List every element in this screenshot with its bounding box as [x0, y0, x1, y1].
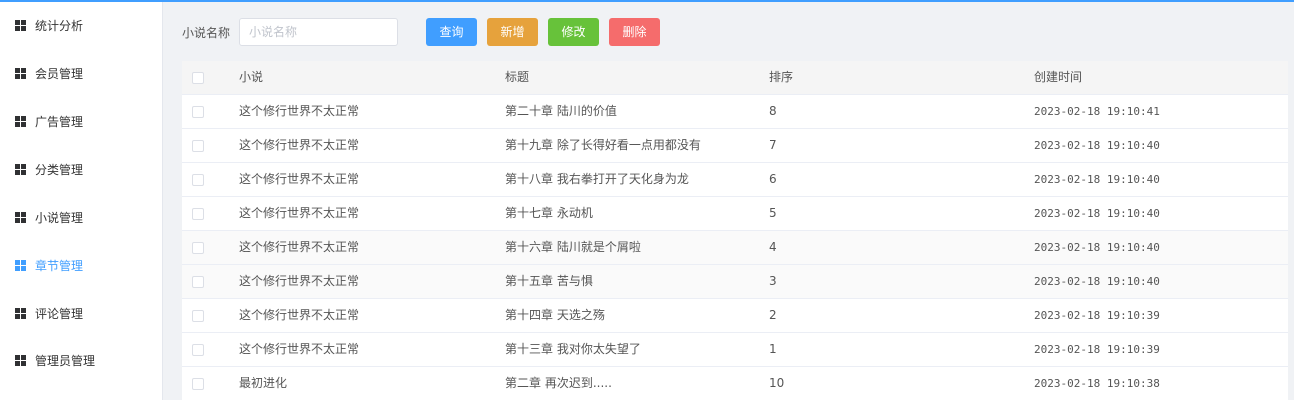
cell-novel: 这个修行世界不太正常: [239, 172, 360, 186]
cell-novel: 这个修行世界不太正常: [239, 104, 360, 118]
chapter-table: 小说 标题 排序 创建时间 这个修行世界不太正常 第二十章 陆川的价值 8 20…: [182, 61, 1288, 400]
cell-title: 第二章 再次迟到.....: [505, 376, 612, 390]
column-header-created-time[interactable]: 创建时间: [1034, 61, 1082, 94]
cell-created-time: 2023-02-18 19:10:40: [1034, 139, 1160, 152]
table-row[interactable]: 这个修行世界不太正常 第二十章 陆川的价值 8 2023-02-18 19:10…: [182, 95, 1288, 129]
delete-button[interactable]: 删除: [609, 18, 660, 46]
cell-created-time: 2023-02-18 19:10:40: [1034, 241, 1160, 254]
row-checkbox[interactable]: [192, 174, 204, 186]
query-button[interactable]: 查询: [426, 18, 477, 46]
sidebar-item-comments[interactable]: 评论管理: [0, 298, 163, 328]
cell-sort: 10: [769, 376, 785, 390]
cell-title: 第十五章 苦与惧: [505, 274, 593, 288]
row-checkbox[interactable]: [192, 276, 204, 288]
row-checkbox[interactable]: [192, 310, 204, 322]
search-label: 小说名称: [182, 26, 231, 40]
row-checkbox[interactable]: [192, 242, 204, 254]
cell-sort: 4: [769, 240, 777, 254]
sidebar-item-novels[interactable]: 小说管理: [0, 202, 163, 232]
cell-created-time: 2023-02-18 19:10:41: [1034, 105, 1160, 118]
table-row[interactable]: 这个修行世界不太正常 第十五章 苦与惧 3 2023-02-18 19:10:4…: [182, 265, 1288, 299]
novel-name-search-input[interactable]: [239, 18, 398, 46]
cell-title: 第十六章 陆川就是个屑啦: [505, 240, 641, 254]
row-checkbox[interactable]: [192, 140, 204, 152]
cell-novel: 这个修行世界不太正常: [239, 308, 360, 322]
cell-created-time: 2023-02-18 19:10:39: [1034, 343, 1160, 356]
cell-created-time: 2023-02-18 19:10:39: [1034, 309, 1160, 322]
cell-novel: 这个修行世界不太正常: [239, 274, 360, 288]
table-row[interactable]: 这个修行世界不太正常 第十六章 陆川就是个屑啦 4 2023-02-18 19:…: [182, 231, 1288, 265]
grid-icon: [15, 163, 26, 175]
cell-sort: 8: [769, 104, 777, 118]
grid-icon: [15, 259, 26, 271]
cell-novel: 最初进化: [239, 376, 288, 390]
table-row[interactable]: 这个修行世界不太正常 第十九章 除了长得好看一点用都没有 7 2023-02-1…: [182, 129, 1288, 163]
grid-icon: [15, 115, 26, 127]
row-checkbox[interactable]: [192, 106, 204, 118]
grid-icon: [15, 354, 26, 366]
sidebar-item-ads[interactable]: 广告管理: [0, 106, 163, 136]
select-all-checkbox[interactable]: [192, 72, 204, 84]
sidebar-item-label: 管理员管理: [35, 353, 96, 368]
table-row[interactable]: 这个修行世界不太正常 第十三章 我对你太失望了 1 2023-02-18 19:…: [182, 333, 1288, 367]
add-button[interactable]: 新增: [487, 18, 538, 46]
cell-created-time: 2023-02-18 19:10:38: [1034, 377, 1160, 390]
sidebar: 统计分析 会员管理 广告管理 分类管理 小说管理 章节管理 评论管理 管理员管理: [0, 2, 163, 400]
main-content: 小说名称 查询 新增 修改 删除 小说 标题 排序 创建时间 这个修行世界不太正…: [163, 2, 1294, 400]
column-header-novel[interactable]: 小说: [239, 61, 263, 94]
cell-created-time: 2023-02-18 19:10:40: [1034, 173, 1160, 186]
table-row[interactable]: 这个修行世界不太正常 第十八章 我右拳打开了天化身为龙 6 2023-02-18…: [182, 163, 1288, 197]
column-header-title[interactable]: 标题: [505, 61, 529, 94]
cell-sort: 1: [769, 342, 777, 356]
cell-title: 第二十章 陆川的价值: [505, 104, 617, 118]
sidebar-item-label: 分类管理: [35, 162, 84, 177]
cell-sort: 3: [769, 274, 777, 288]
grid-icon: [15, 67, 26, 79]
table-row[interactable]: 这个修行世界不太正常 第十四章 天选之殇 2 2023-02-18 19:10:…: [182, 299, 1288, 333]
cell-title: 第十九章 除了长得好看一点用都没有: [505, 138, 701, 152]
table-row[interactable]: 最初进化 第二章 再次迟到..... 10 2023-02-18 19:10:3…: [182, 367, 1288, 400]
sidebar-item-label: 小说管理: [35, 210, 84, 225]
sidebar-item-categories[interactable]: 分类管理: [0, 154, 163, 184]
sidebar-item-label: 会员管理: [35, 66, 84, 81]
row-checkbox[interactable]: [192, 344, 204, 356]
edit-button[interactable]: 修改: [548, 18, 599, 46]
cell-created-time: 2023-02-18 19:10:40: [1034, 207, 1160, 220]
sidebar-item-statistics[interactable]: 统计分析: [0, 10, 163, 40]
sidebar-item-members[interactable]: 会员管理: [0, 58, 163, 88]
sidebar-item-label: 评论管理: [35, 306, 84, 321]
cell-created-time: 2023-02-18 19:10:40: [1034, 275, 1160, 288]
column-header-sort[interactable]: 排序: [769, 61, 793, 94]
cell-sort: 2: [769, 308, 777, 322]
cell-title: 第十四章 天选之殇: [505, 308, 605, 322]
cell-novel: 这个修行世界不太正常: [239, 240, 360, 254]
cell-sort: 6: [769, 172, 777, 186]
sidebar-item-label: 章节管理: [35, 258, 84, 273]
table-row[interactable]: 这个修行世界不太正常 第十七章 永动机 5 2023-02-18 19:10:4…: [182, 197, 1288, 231]
cell-title: 第十三章 我对你太失望了: [505, 342, 641, 356]
row-checkbox[interactable]: [192, 378, 204, 390]
grid-icon: [15, 211, 26, 223]
cell-title: 第十八章 我右拳打开了天化身为龙: [505, 172, 689, 186]
cell-sort: 5: [769, 206, 777, 220]
sidebar-item-admins[interactable]: 管理员管理: [0, 345, 163, 375]
cell-novel: 这个修行世界不太正常: [239, 138, 360, 152]
row-checkbox[interactable]: [192, 208, 204, 220]
cell-novel: 这个修行世界不太正常: [239, 206, 360, 220]
cell-novel: 这个修行世界不太正常: [239, 342, 360, 356]
cell-title: 第十七章 永动机: [505, 206, 593, 220]
grid-icon: [15, 19, 26, 31]
table-header-row: 小说 标题 排序 创建时间: [182, 61, 1288, 95]
sidebar-item-label: 广告管理: [35, 114, 84, 129]
grid-icon: [15, 307, 26, 319]
cell-sort: 7: [769, 138, 777, 152]
sidebar-item-label: 统计分析: [35, 18, 84, 33]
sidebar-item-chapters[interactable]: 章节管理: [0, 250, 163, 280]
